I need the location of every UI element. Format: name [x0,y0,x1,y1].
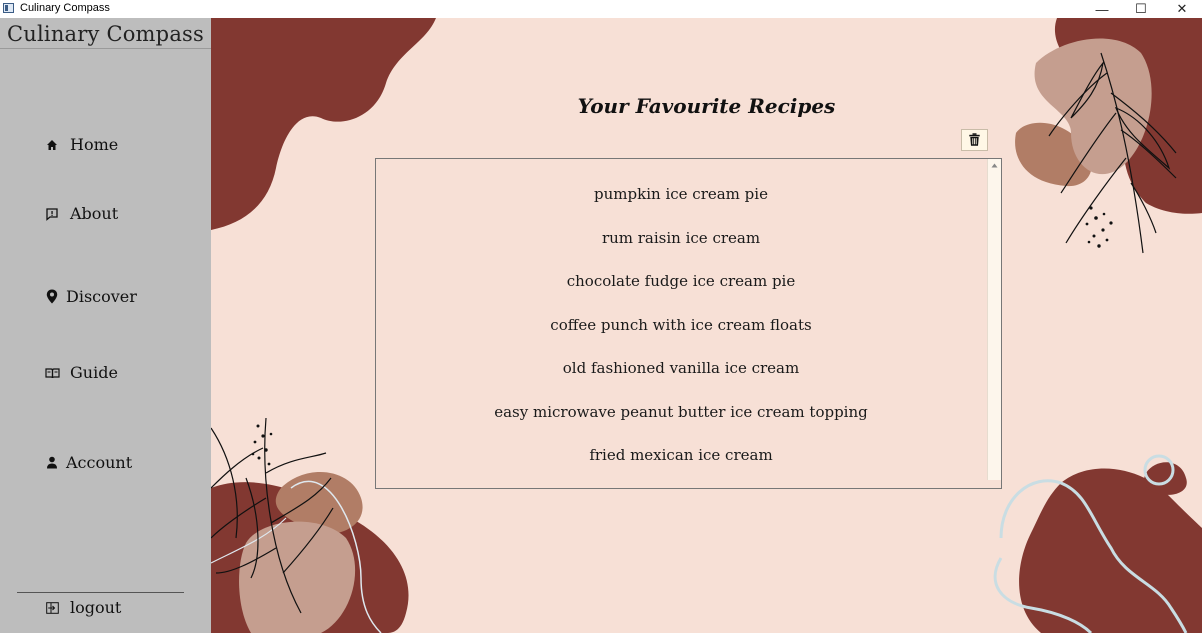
logout-button[interactable]: logout [44,598,121,617]
window-titlebar: Culinary Compass — ☐ ✕ [0,0,1202,18]
logout-icon [44,600,60,616]
list-item[interactable]: old fashioned vanilla ice cream [376,359,986,377]
brand-title: Culinary Compass [7,22,204,46]
user-icon [44,455,60,471]
close-button[interactable]: ✕ [1162,0,1202,18]
sidebar-item-account[interactable]: Account [44,453,132,472]
sidebar-item-label: Home [70,135,119,154]
trash-icon [969,131,980,150]
scroll-up-arrow-icon[interactable] [988,159,1001,171]
logout-divider [17,592,184,593]
app-icon [3,3,14,13]
list-item[interactable]: pumpkin ice cream pie [376,185,986,203]
sidebar-item-label: Account [66,453,133,472]
sidebar-item-home[interactable]: Home [44,135,118,154]
favourite-recipes-list[interactable]: pumpkin ice cream pie rum raisin ice cre… [375,158,1002,489]
map-pin-icon [44,289,60,305]
sidebar-item-discover[interactable]: Discover [44,287,137,306]
list-scrollbar[interactable] [987,159,1001,480]
list-item[interactable]: rum raisin ice cream [376,229,986,247]
page-title: Your Favourite Recipes [577,94,836,118]
window-title: Culinary Compass [20,2,110,14]
recipe-list: pumpkin ice cream pie rum raisin ice cre… [376,159,986,488]
list-item[interactable]: easy microwave peanut butter ice cream t… [376,403,986,421]
delete-button[interactable] [961,129,988,151]
sidebar-item-label: Guide [70,363,118,382]
maximize-button[interactable]: ☐ [1121,0,1161,18]
message-icon [44,206,60,222]
book-icon [44,365,60,381]
sidebar-item-guide[interactable]: Guide [44,363,118,382]
sidebar-item-label: Discover [66,287,137,306]
logout-label: logout [70,598,122,617]
list-item[interactable]: coffee punch with ice cream floats [376,316,986,334]
home-icon [44,137,60,153]
brand-divider [0,48,211,49]
sidebar-item-about[interactable]: About [44,204,118,223]
main-content: Your Favourite Recipes pumpkin ice cream… [211,18,1202,633]
list-item[interactable]: chocolate fudge ice cream pie [376,272,986,290]
sidebar: Culinary Compass Home About Discover Gui… [0,18,211,633]
list-item[interactable]: fried mexican ice cream [376,446,986,464]
minimize-button[interactable]: — [1082,0,1122,18]
sidebar-item-label: About [70,204,119,223]
